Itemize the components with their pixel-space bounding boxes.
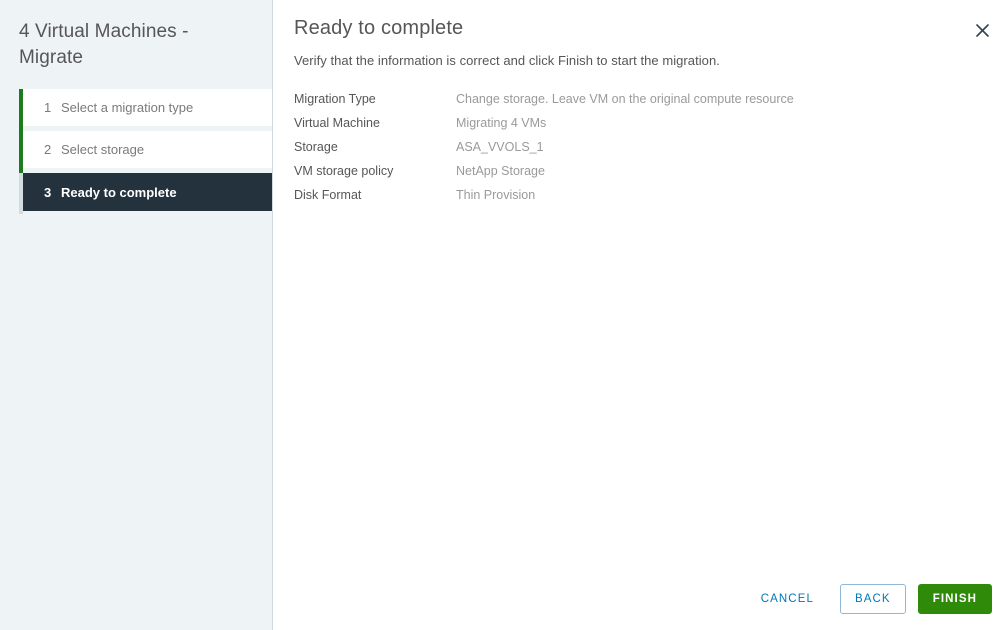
step-number: 2 <box>44 142 52 157</box>
summary-label: Storage <box>294 140 338 154</box>
finish-button[interactable]: FINISH <box>917 584 992 614</box>
step-label: Select a migration type <box>61 100 194 115</box>
step-number: 1 <box>44 100 52 115</box>
step-label: Select storage <box>61 142 145 157</box>
summary-value: Migrating 4 VMs <box>456 116 547 130</box>
sidebar-step-select-storage[interactable]: 2 Select storage <box>23 131 272 168</box>
sidebar-step-ready-to-complete[interactable]: 3 Ready to complete <box>23 173 272 211</box>
summary-row-vm-storage-policy: VM storage policy NetApp Storage <box>294 164 994 188</box>
close-button[interactable] <box>970 18 994 42</box>
migrate-wizard-dialog: 4 Virtual Machines - Migrate 1 Select a … <box>0 0 1008 630</box>
back-button[interactable]: BACK <box>839 584 906 614</box>
summary-value: NetApp Storage <box>456 164 545 178</box>
summary-value: Change storage. Leave VM on the original… <box>456 92 794 106</box>
page-subtitle: Verify that the information is correct a… <box>294 53 720 68</box>
summary-row-storage: Storage ASA_VVOLS_1 <box>294 140 994 164</box>
summary-row-migration-type: Migration Type Change storage. Leave VM … <box>294 92 994 116</box>
sidebar-step-select-a-migration-type[interactable]: 1 Select a migration type <box>23 89 272 126</box>
step-number: 3 <box>44 184 52 200</box>
wizard-step-list: 1 Select a migration type 2 Select stora… <box>0 89 272 214</box>
summary-label: Migration Type <box>294 92 376 106</box>
summary-label: VM storage policy <box>294 164 394 178</box>
summary-value: Thin Provision <box>456 188 536 202</box>
cancel-button[interactable]: CANCEL <box>747 584 828 614</box>
summary-label: Virtual Machine <box>294 116 380 130</box>
wizard-main-panel: Ready to complete Verify that the inform… <box>273 0 1008 630</box>
summary-row-disk-format: Disk Format Thin Provision <box>294 188 994 212</box>
page-title: Ready to complete <box>294 17 464 39</box>
summary-row-virtual-machine: Virtual Machine Migrating 4 VMs <box>294 116 994 140</box>
step-label: Ready to complete <box>61 184 177 200</box>
wizard-title: 4 Virtual Machines - Migrate <box>19 21 189 68</box>
summary-table: Migration Type Change storage. Leave VM … <box>294 92 994 212</box>
summary-label: Disk Format <box>294 188 362 202</box>
close-icon <box>975 23 989 37</box>
wizard-sidebar: 4 Virtual Machines - Migrate 1 Select a … <box>0 0 273 630</box>
summary-value: ASA_VVOLS_1 <box>456 140 544 154</box>
wizard-footer: CANCEL BACK FINISH <box>747 584 992 614</box>
